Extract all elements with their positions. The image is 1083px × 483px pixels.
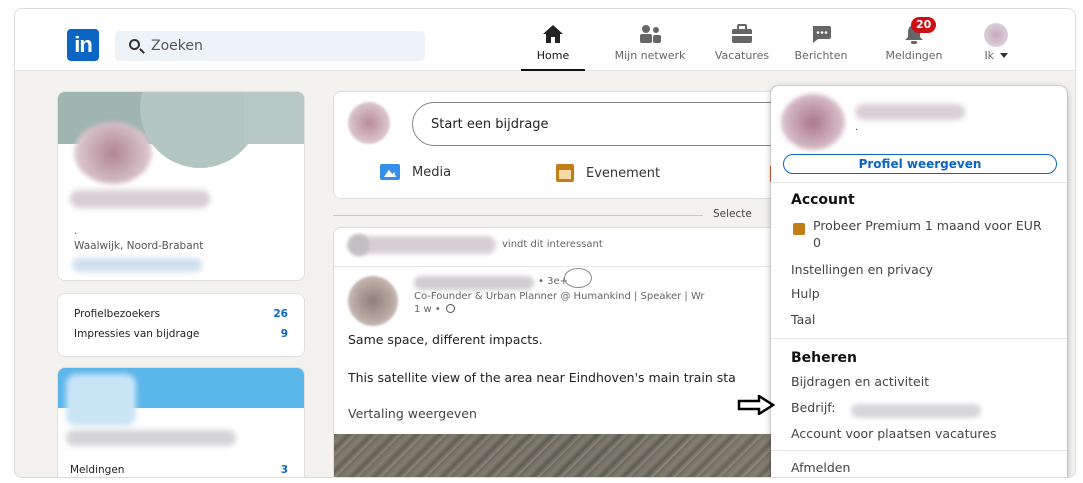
nav-notifications[interactable]: 20 Meldingen [879,17,949,71]
feed-sort-label[interactable]: Selecte [713,208,752,220]
view-profile-button[interactable]: Profiel weergeven [783,154,1057,174]
notification-badge: 20 [911,17,937,33]
divider [771,182,1067,183]
show-translation-link[interactable]: Vertaling weergeven [348,406,477,421]
divider [771,450,1067,451]
stat-label: Impressies van bijdrage [74,328,200,340]
dropdown-name-redacted [855,104,965,120]
profile-stats-card: Profielbezoekers 26 Impressies van bijdr… [57,293,305,357]
profile-link-redacted [72,258,202,272]
post-time: 1 w • [414,304,455,315]
search-icon [129,39,140,50]
settings-privacy-link[interactable]: Instellingen en privacy [791,262,933,277]
media-label: Media [412,164,452,180]
network-icon [613,23,687,45]
nav-jobs[interactable]: Vacatures [709,23,775,71]
page-card[interactable]: Meldingen 3 [57,367,305,477]
page-logo [66,374,136,426]
nav-network[interactable]: Mijn netwerk [613,23,687,71]
nav-me-label: Ik [984,49,995,62]
stat-value: 9 [280,328,288,340]
interest-text: vindt dit interessant [502,239,603,250]
manage-heading: Beheren [791,350,857,366]
linkedin-logo[interactable]: in [67,29,99,61]
chevron-down-icon [999,53,1008,58]
stat-post-impressions[interactable]: Impressies van bijdrage 9 [74,328,288,340]
nav-me[interactable]: Ik [971,23,1021,71]
page-notifications-label: Meldingen [70,464,125,476]
globe-icon [445,304,455,313]
banner-shape-right [244,92,304,144]
company-page-link[interactable]: Bedrijf: [791,400,835,415]
dropdown-headline-dot: . [855,122,859,133]
account-heading: Account [791,192,855,208]
event-icon [556,164,574,182]
page-notifications-count: 3 [280,464,288,476]
nav-messages-label: Berichten [794,49,848,62]
nav-network-label: Mijn netwerk [614,49,686,62]
profile-name-redacted [70,190,210,208]
avatar [348,102,390,144]
app-frame: in Home Mijn netwerk Vacatures [14,8,1076,478]
author-avatar[interactable] [348,276,398,326]
nav-home-label: Home [536,49,570,62]
author-name-redacted[interactable] [414,276,534,290]
nav-messages[interactable]: Berichten [787,23,855,71]
home-icon [521,23,585,45]
stat-profile-visitors[interactable]: Profielbezoekers 26 [74,308,288,320]
posts-activity-link[interactable]: Bijdragen en activiteit [791,374,929,389]
media-button[interactable]: Media [380,164,451,180]
post-text-line: Same space, different impacts. [348,332,543,347]
top-navigation: in Home Mijn netwerk Vacatures [15,9,1075,71]
page-name-redacted [66,430,236,446]
profile-location: Waalwijk, Noord-Brabant [74,240,204,252]
stat-label: Profielbezoekers [74,308,161,320]
bell-icon: 20 [879,17,949,45]
message-icon [787,23,855,45]
help-link[interactable]: Hulp [791,286,820,301]
event-label: Evenement [586,165,661,181]
profile-headline-dot: . [74,226,78,237]
avatar [348,234,370,256]
page-notifications[interactable]: Meldingen 3 [70,464,288,476]
interest-actor-redacted [348,236,496,254]
stat-value: 26 [273,308,288,320]
search-input[interactable] [151,36,411,56]
job-posting-account-link[interactable]: Account voor plaatsen vacatures [791,426,996,441]
briefcase-icon [709,23,775,45]
start-post-button[interactable]: Start een bijdrage [412,102,832,146]
premium-icon [793,223,805,235]
post-time-text: 1 w • [414,304,441,315]
company-name-redacted [851,404,981,418]
language-link[interactable]: Taal [791,312,815,327]
profile-avatar[interactable] [74,122,152,184]
arrow-icon [737,395,775,415]
avatar [984,23,1008,47]
me-dropdown-menu: . Profiel weergeven Account Probeer Prem… [771,86,1067,477]
author-headline: Co-Founder & Urban Planner @ Humankind |… [414,291,705,302]
divider [771,338,1067,339]
avatar [781,94,845,150]
post-text-line: This satellite view of the area near Ein… [348,370,736,385]
media-icon [380,164,400,180]
premium-link[interactable]: Probeer Premium 1 maand voor EUR 0 [813,217,1053,251]
banner-shape [140,92,260,168]
sign-out-link[interactable]: Afmelden [791,460,850,475]
event-button[interactable]: Evenement [556,164,660,182]
follow-indicator[interactable] [564,268,592,288]
feed-sort-divider [333,215,703,216]
nav-home[interactable]: Home [521,23,585,71]
nav-jobs-label: Vacatures [714,49,770,62]
nav-notifications-label: Meldingen [885,49,943,62]
search-box[interactable] [115,31,425,61]
profile-card[interactable]: . Waalwijk, Noord-Brabant [57,91,305,281]
